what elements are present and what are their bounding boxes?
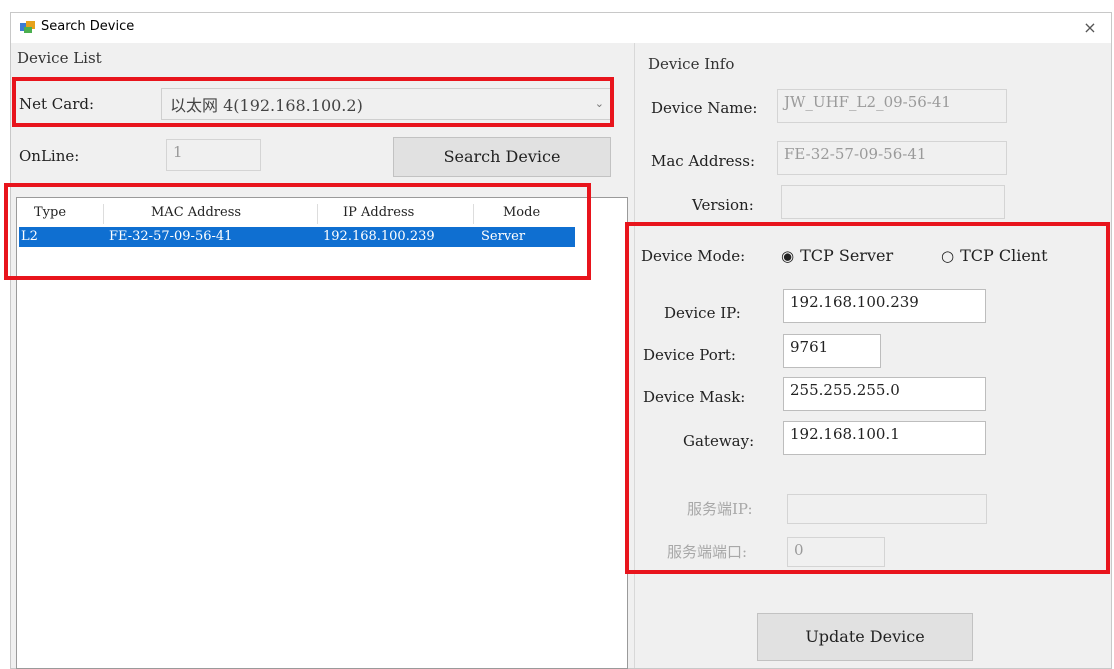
highlight-device-row: [4, 183, 591, 280]
highlight-net-card: [12, 77, 614, 127]
device-list-group-title: Device List: [17, 49, 102, 67]
window-title: Search Device: [41, 19, 135, 34]
search-device-button[interactable]: Search Device: [393, 137, 611, 177]
device-info-group-title: Device Info: [648, 55, 735, 73]
device-name-field: JW_UHF_L2_09-56-41: [777, 89, 1007, 123]
close-icon[interactable]: ×: [1075, 15, 1105, 41]
device-name-label: Device Name:: [651, 99, 758, 117]
version-field: [781, 185, 1005, 219]
title-bar: Search Device ×: [11, 13, 1111, 43]
app-icon: [20, 21, 35, 33]
update-device-button[interactable]: Update Device: [757, 613, 973, 661]
online-label: OnLine:: [19, 147, 80, 165]
mac-address-field: FE-32-57-09-56-41: [777, 141, 1007, 175]
highlight-network-settings: [625, 222, 1110, 574]
online-count-field: 1: [166, 139, 261, 171]
mac-address-label: Mac Address:: [651, 152, 756, 170]
version-label: Version:: [692, 196, 754, 214]
